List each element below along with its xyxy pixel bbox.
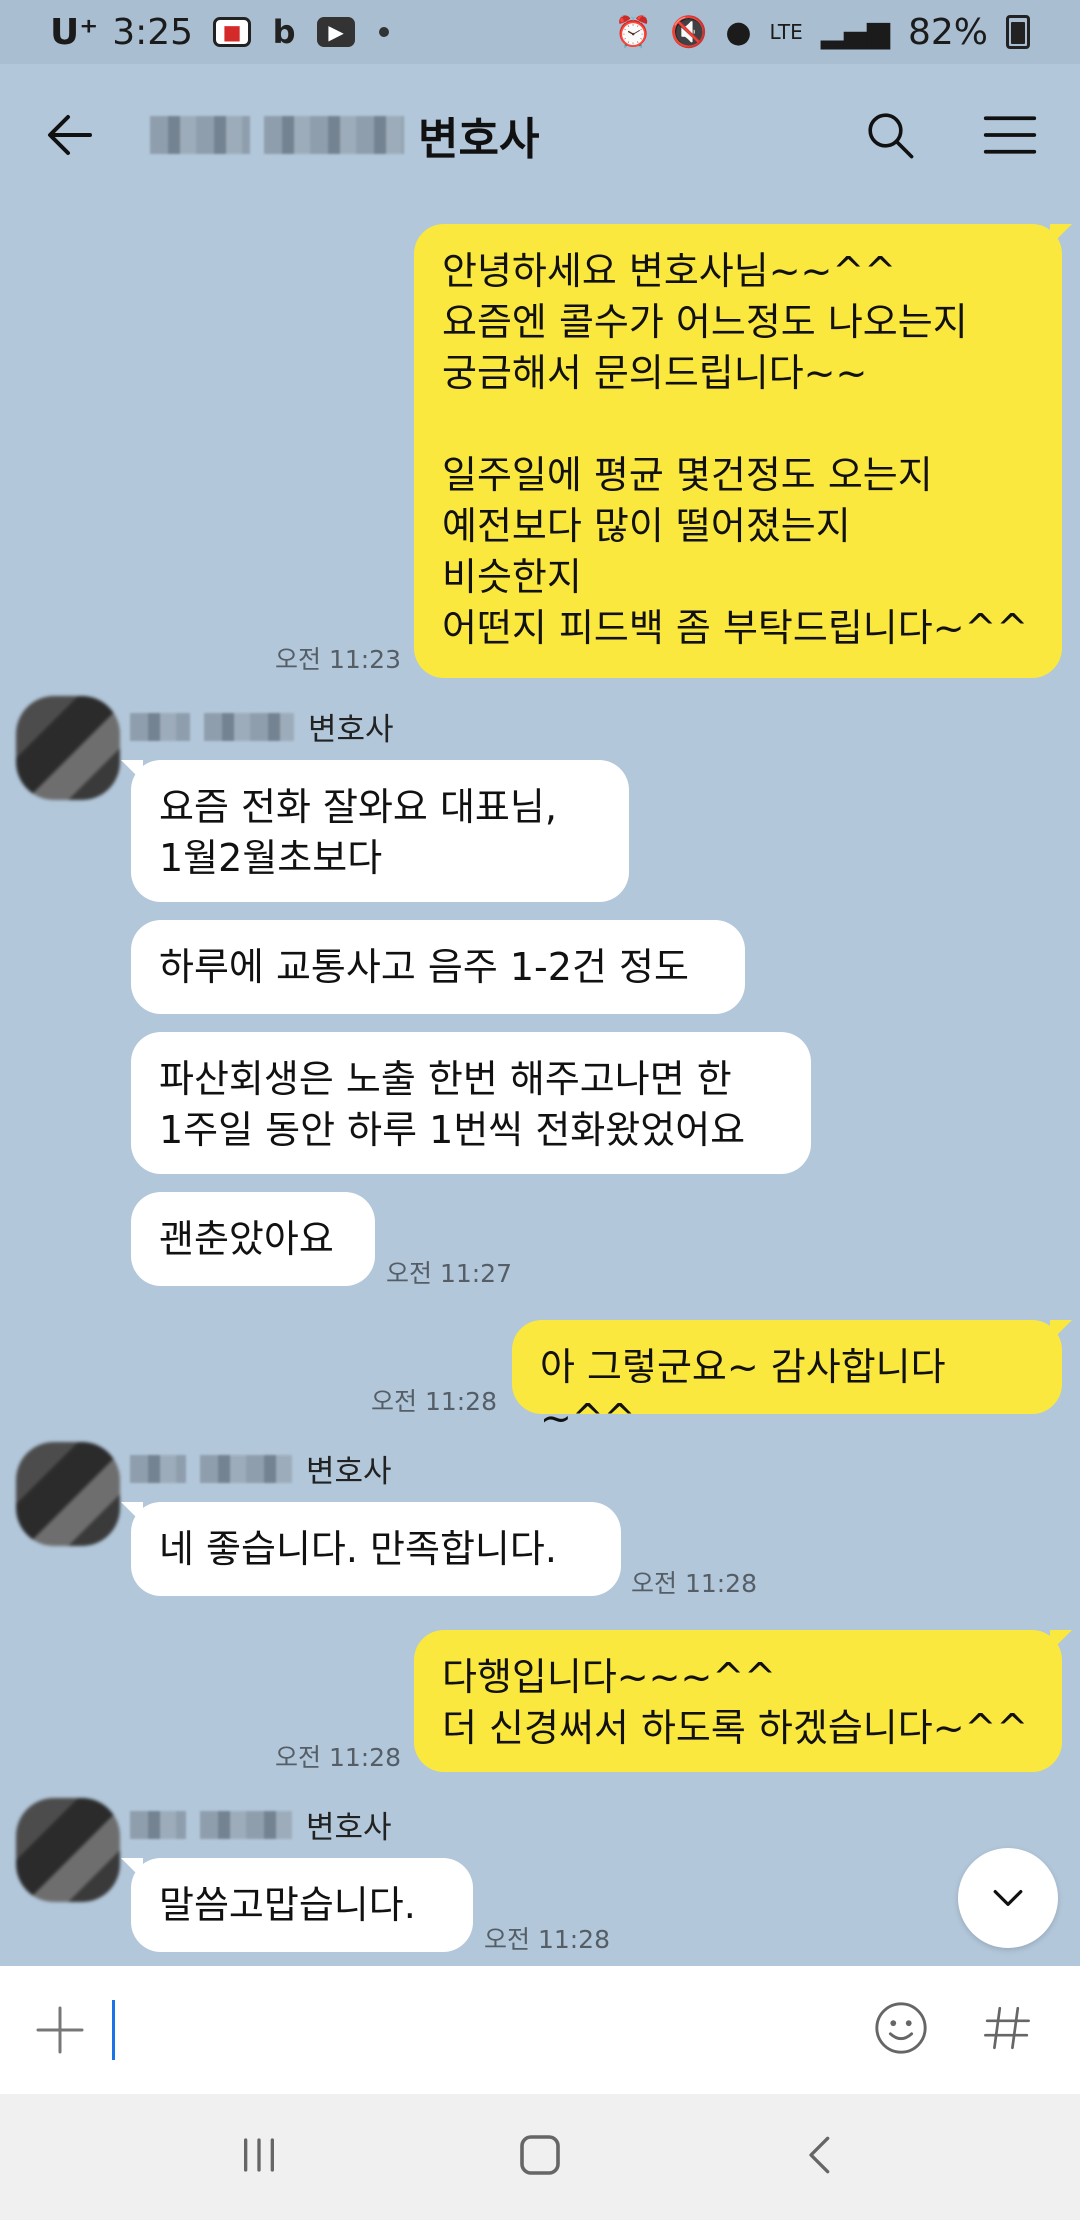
youtube-icon: ▶ [317, 17, 356, 47]
their-message-bubble[interactable]: 요즘 전화 잘와요 대표님, 1월2월초보다 [121, 760, 629, 902]
message-composer [0, 1966, 1080, 2094]
clock: 3:25 [112, 11, 194, 53]
message-time: 오전 11:28 [275, 1743, 401, 1772]
home-icon[interactable] [513, 2128, 567, 2186]
sender-suffix: 변호사 [306, 1810, 392, 1846]
redacted-name [130, 1454, 186, 1483]
message-time: 오전 11:28 [631, 1569, 757, 1598]
chat-title-suffix: 변호사 [418, 114, 540, 165]
plus-icon[interactable] [32, 2002, 88, 2058]
their-message-bubble[interactable]: 네 좋습니다. 만족합니다. [121, 1502, 621, 1596]
message-list[interactable]: 안녕하세요 변호사님~~^^ 요즘엔 콜수가 어느정도 나오는지 궁금해서 문의… [0, 206, 1080, 1966]
back-icon[interactable] [796, 2130, 846, 2184]
my-message-bubble[interactable]: 다행입니다~~~^^ 더 신경써서 하도록 하겠습니다~^^ [414, 1630, 1072, 1772]
chat-title: 변호사 [150, 103, 539, 167]
back-arrow-icon[interactable] [40, 105, 100, 165]
status-bar: U⁺ 3:25 ■ b ▶ ⏰ 🔇 ● LTE ▂▄▆ 82% [0, 0, 1080, 64]
hashtag-icon[interactable] [980, 2001, 1034, 2059]
redacted-name [200, 1454, 292, 1483]
system-navigation-bar [0, 2094, 1080, 2220]
chat-header: 변호사 [0, 64, 1080, 206]
battery-icon [1006, 15, 1030, 49]
signal-icon: ▂▄▆ [820, 14, 890, 50]
sender-name: 변호사 [130, 1446, 392, 1491]
their-message-bubble[interactable]: 괜춘았아요 [131, 1192, 375, 1286]
scroll-to-bottom-button[interactable] [958, 1848, 1058, 1948]
avatar[interactable] [16, 1798, 120, 1902]
message-time: 오전 11:28 [371, 1387, 497, 1416]
sender-name: 변호사 [130, 1802, 392, 1847]
their-message-bubble[interactable]: 파산회생은 노출 한번 해주고나면 한 1주일 동안 하루 1번씩 전화왔었어요 [131, 1032, 811, 1174]
sender-name: 변호사 [130, 704, 394, 749]
avatar[interactable] [16, 1442, 120, 1546]
their-message-bubble[interactable]: 말씀고맙습니다. [121, 1858, 473, 1952]
chevron-down-icon [993, 1890, 1023, 1906]
search-icon[interactable] [860, 105, 920, 165]
redacted-name [130, 712, 190, 741]
redacted-name [264, 116, 404, 154]
redacted-name [204, 712, 294, 741]
redacted-name [200, 1810, 292, 1839]
sender-suffix: 변호사 [308, 712, 394, 748]
alarm-icon: ⏰ [614, 14, 652, 50]
their-message-bubble[interactable]: 하루에 교통사고 음주 1-2건 정도 [131, 920, 745, 1014]
message-time: 오전 11:23 [275, 645, 401, 674]
carrier-label: U⁺ [50, 11, 99, 53]
message-input[interactable] [112, 2000, 872, 2060]
network-type-icon: LTE [769, 20, 803, 44]
more-notifications-icon [379, 27, 390, 37]
menu-icon[interactable] [980, 105, 1040, 165]
sender-suffix: 변호사 [306, 1454, 392, 1490]
app-notification-icon: ■ [213, 17, 252, 47]
recent-apps-icon[interactable] [234, 2130, 284, 2184]
status-icons: ⏰ 🔇 ● LTE ▂▄▆ 82% [615, 12, 1030, 53]
emoticon-icon[interactable] [872, 1999, 930, 2061]
location-icon: ● [725, 14, 752, 50]
mute-icon: 🔇 [669, 14, 708, 50]
band-app-icon: b [272, 13, 296, 51]
my-message-bubble[interactable]: 안녕하세요 변호사님~~^^ 요즘엔 콜수가 어느정도 나오는지 궁금해서 문의… [414, 224, 1072, 678]
redacted-name [130, 1810, 186, 1839]
my-message-bubble[interactable]: 아 그렇군요~ 감사합니다~^^ [512, 1320, 1072, 1440]
battery-percent: 82% [907, 11, 988, 53]
redacted-name [150, 116, 250, 154]
message-time: 오전 11:28 [484, 1925, 610, 1954]
message-time: 오전 11:27 [386, 1259, 512, 1288]
avatar[interactable] [16, 696, 120, 800]
